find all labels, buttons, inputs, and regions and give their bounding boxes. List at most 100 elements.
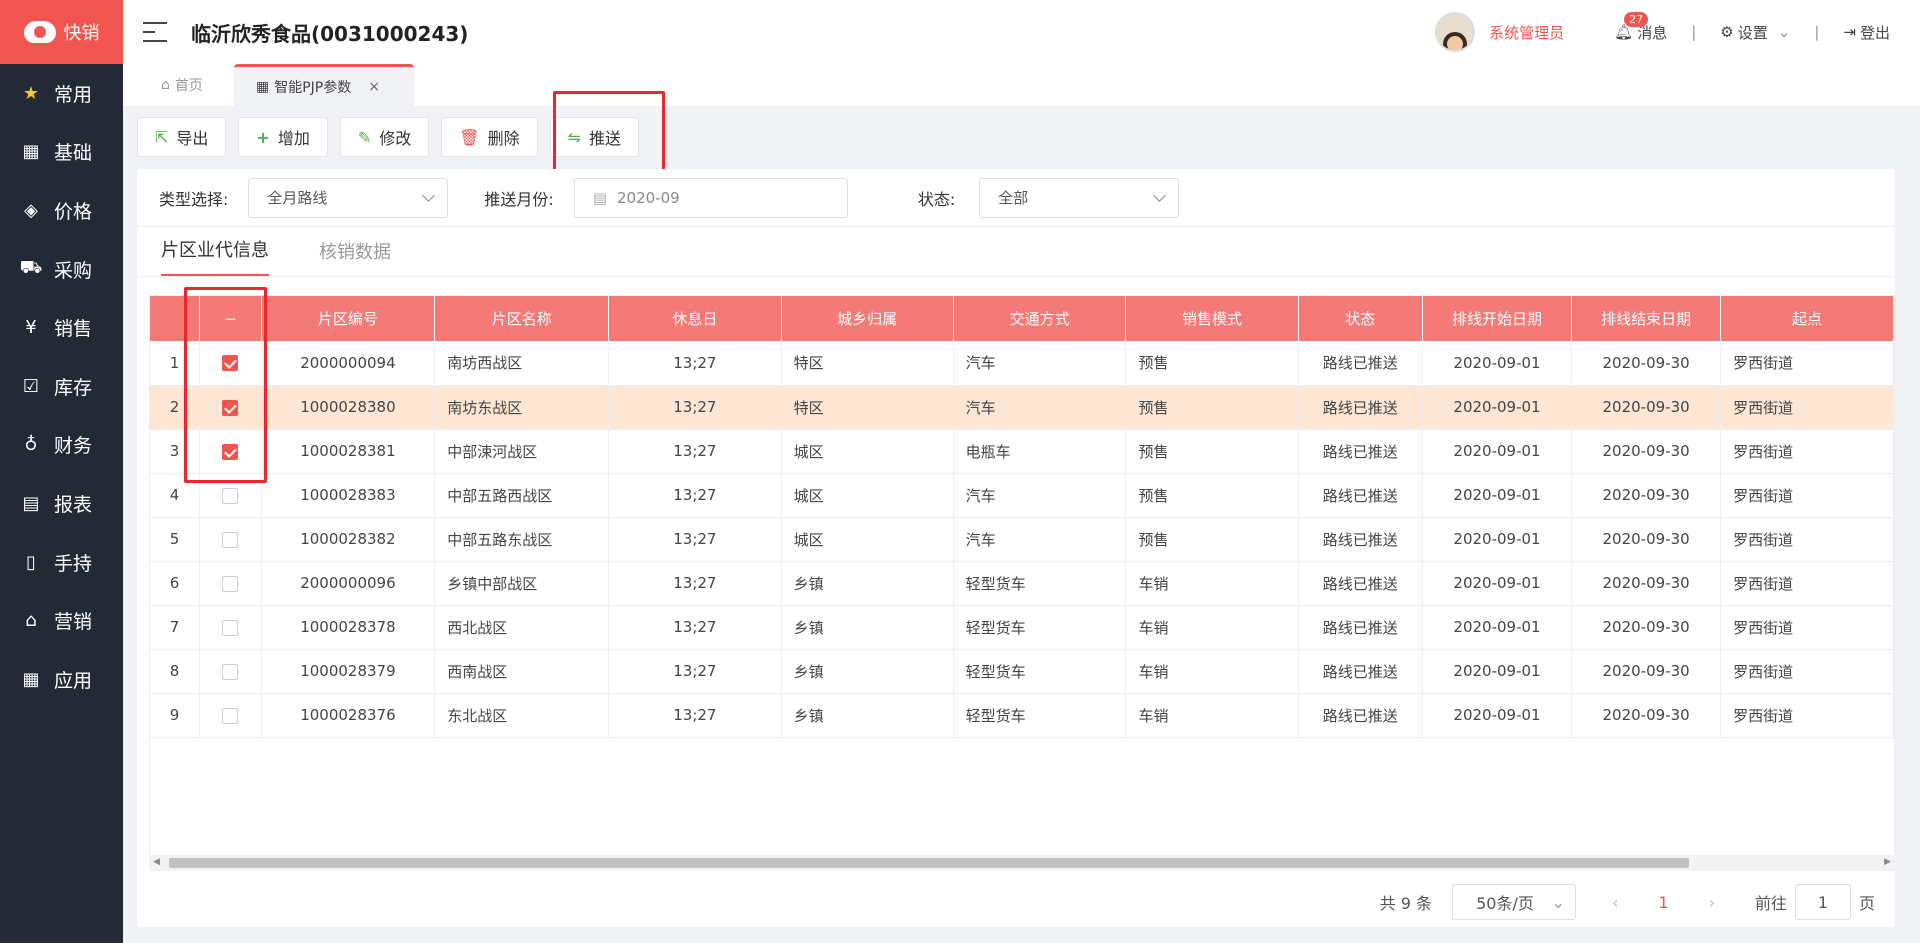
edit-button[interactable]: ✎ 修改	[339, 117, 430, 157]
row-checkbox[interactable]	[222, 575, 239, 592]
grid-icon: ▦	[256, 78, 270, 95]
chevron-down-icon	[422, 188, 436, 202]
sidebar-item-inventory[interactable]: ☑ 库存	[0, 357, 123, 416]
logout-icon: ⇥	[1843, 23, 1856, 41]
logout-button[interactable]: ⇥ 登出	[1843, 22, 1890, 43]
scroll-right-icon[interactable]: ▶	[1884, 857, 1891, 867]
store-icon: ⌂	[25, 610, 37, 632]
table-row[interactable]: 4 1000028383 中部五路西战区 13;27 城区 汽车 预售 路线已推送 2020-0…	[150, 473, 1894, 518]
add-button[interactable]: + 增加	[238, 117, 328, 157]
row-checkbox[interactable]	[222, 663, 239, 680]
cell-rest: 13;27	[608, 693, 782, 738]
settings-dropdown[interactable]: ⚙ 设置 ⌄	[1720, 22, 1790, 43]
sidebar-item-price[interactable]: ◈ 价格	[0, 181, 123, 240]
row-checkbox[interactable]	[222, 619, 239, 636]
cell-code: 1000028379	[261, 649, 436, 694]
table-row[interactable]: 6 2000000096 乡镇中部战区 13;27 乡镇 轻型货车 车销 路线已推送 2020-…	[150, 561, 1894, 606]
tab-home[interactable]: ⌂ 首页	[139, 64, 225, 106]
sidebar-item-handheld[interactable]: ▯ 手持	[0, 533, 123, 592]
row-checkbox-cell[interactable]	[199, 605, 262, 650]
app-logo[interactable]: 快销	[0, 0, 123, 64]
export-label: 导出	[176, 129, 209, 148]
tab-pjp-params[interactable]: ▦ 智能PJP参数 ×	[234, 64, 414, 106]
month-picker-value: 2020-09	[617, 188, 680, 207]
horizontal-scrollbar[interactable]: ◀ ▶	[149, 855, 1895, 871]
tab-writeoff-data[interactable]: 核销数据	[319, 238, 391, 276]
row-checkbox-cell[interactable]	[199, 561, 262, 606]
cell-mode: 预售	[1125, 385, 1299, 430]
menu-toggle-icon[interactable]	[143, 22, 167, 42]
row-checkbox-cell[interactable]	[199, 649, 262, 694]
type-select[interactable]: 全月路线	[248, 177, 449, 218]
messages-button[interactable]: 🔔︎ 27 消息	[1614, 11, 1667, 43]
column-header[interactable]: 销售模式	[1125, 296, 1299, 341]
sidebar-item-report[interactable]: ▤ 报表	[0, 474, 123, 533]
user-name[interactable]: 系统管理员	[1489, 22, 1564, 43]
sidebar-item-favorites[interactable]: ★ 常用	[0, 64, 123, 123]
sidebar-item-basic[interactable]: ▦ 基础	[0, 123, 123, 182]
column-header[interactable]: 状态	[1298, 296, 1423, 341]
row-checkbox[interactable]	[222, 707, 239, 724]
cell-mode: 预售	[1125, 473, 1299, 518]
star-icon: ★	[22, 82, 40, 104]
sidebar-item-sales[interactable]: ¥ 销售	[0, 298, 123, 357]
next-page-icon[interactable]: ›	[1709, 893, 1715, 912]
company-title: 临沂欣秀食品(0031000243)	[191, 21, 469, 46]
cell-traffic: 电瓶车	[953, 429, 1127, 474]
sidebar-item-label: 财务	[54, 435, 93, 458]
goto-page-value: 1	[1817, 892, 1829, 912]
sidebar-item-apps[interactable]: ▦ 应用	[0, 650, 123, 709]
tab-label: 智能PJP参数	[274, 79, 352, 96]
cell-start: 2020-09-01	[1422, 517, 1573, 562]
scroll-left-icon[interactable]: ◀	[153, 857, 160, 867]
month-picker[interactable]: ▤ 2020-09	[573, 177, 848, 218]
main-panel: 片区业代信息 核销数据 − 片区编号 片区名称 休息日 城乡归属 交通方式 销售…	[137, 227, 1895, 927]
row-checkbox-cell[interactable]	[199, 693, 262, 738]
goto-page-input[interactable]: 1	[1794, 884, 1851, 920]
column-header[interactable]: 交通方式	[953, 296, 1127, 341]
row-checkbox[interactable]	[222, 487, 239, 504]
goto-label: 前往	[1754, 894, 1787, 913]
sidebar-item-label: 应用	[54, 669, 93, 692]
table-row[interactable]: 7 1000028378 西北战区 13;27 乡镇 轻型货车 车销 路线已推送 2020-09…	[150, 605, 1894, 650]
cell-code: 2000000094	[261, 341, 436, 386]
prev-page-icon[interactable]: ‹	[1612, 893, 1618, 912]
row-checkbox[interactable]	[222, 531, 239, 548]
delete-button[interactable]: 🗑︎ 删除	[441, 117, 538, 157]
page-size-select[interactable]: 50条/页 ⌄	[1451, 884, 1576, 920]
row-index: 9	[150, 693, 201, 738]
column-header[interactable]: 片区编号	[261, 296, 436, 341]
sidebar-item-finance[interactable]: ♁ 财务	[0, 416, 123, 475]
tab-label: 首页	[174, 78, 203, 94]
table-row[interactable]: 3 1000028381 中部涑河战区 13;27 城区 电瓶车 预售 路线已推送 2020-0…	[150, 429, 1894, 474]
user-avatar[interactable]	[1435, 12, 1476, 52]
total-count: 共 9 条	[1379, 894, 1432, 913]
table-row[interactable]: 2 1000028380 南坊东战区 13;27 特区 汽车 预售 路线已推送 2020-09-…	[150, 385, 1894, 430]
cell-mode: 车销	[1125, 693, 1299, 738]
tab-district-agents[interactable]: 片区业代信息	[161, 236, 269, 276]
column-header[interactable]: 城乡归属	[781, 296, 954, 341]
cell-rest: 13;27	[608, 605, 782, 650]
column-header[interactable]: 排线结束日期	[1571, 296, 1722, 341]
cell-code: 1000028376	[261, 693, 436, 738]
column-header[interactable]: 起点	[1720, 296, 1894, 341]
close-icon[interactable]: ×	[368, 79, 380, 95]
sidebar-item-marketing[interactable]: ⌂ 营销	[0, 591, 123, 650]
scrollbar-thumb[interactable]	[169, 858, 1689, 868]
column-header[interactable]: 休息日	[608, 296, 782, 341]
row-checkbox-cell[interactable]	[199, 517, 262, 562]
table-row[interactable]: 8 1000028379 西南战区 13;27 乡镇 轻型货车 车销 路线已推送 2020-09…	[150, 649, 1894, 694]
column-header[interactable]: 片区名称	[434, 296, 610, 341]
table-row[interactable]: 9 1000028376 东北战区 13;27 乡镇 轻型货车 车销 路线已推送 2020-09…	[150, 693, 1894, 738]
cell-area: 特区	[781, 341, 954, 386]
grid-icon: ▦	[22, 141, 40, 163]
export-button[interactable]: ⇱ 导出	[137, 117, 227, 157]
home-icon: ⌂	[161, 77, 170, 93]
page-number[interactable]: 1	[1658, 893, 1668, 912]
cell-rest: 13;27	[608, 429, 782, 474]
table-row[interactable]: 1 2000000094 南坊西战区 13;27 特区 汽车 预售 路线已推送 2020-09-…	[150, 341, 1894, 386]
column-header[interactable]: 排线开始日期	[1422, 296, 1573, 341]
sidebar-item-purchase[interactable]: ⛟ 采购	[0, 240, 123, 299]
table-row[interactable]: 5 1000028382 中部五路东战区 13;27 城区 汽车 预售 路线已推送 2020-0…	[150, 517, 1894, 562]
status-select[interactable]: 全部	[979, 177, 1180, 218]
